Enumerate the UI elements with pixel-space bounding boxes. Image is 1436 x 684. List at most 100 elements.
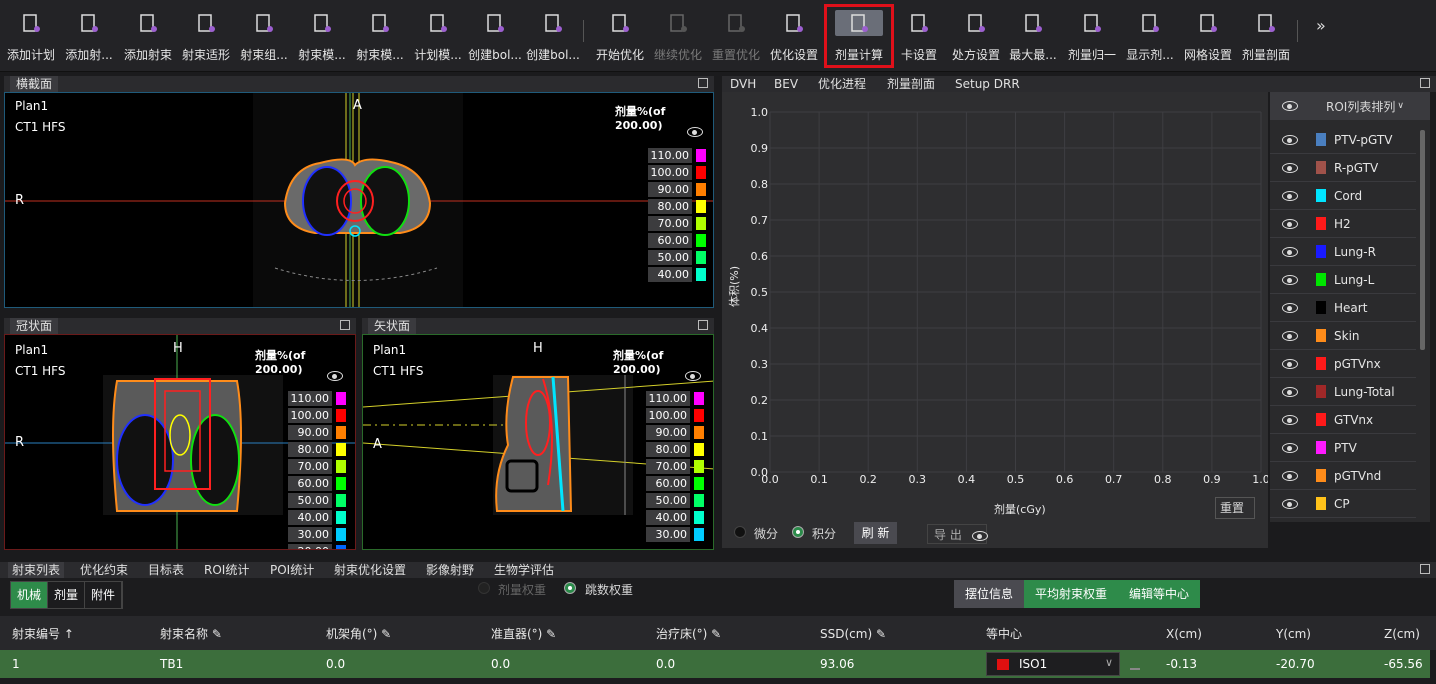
toolbar-button-9[interactable]: 创建bol... [525,6,581,66]
bottom-tab-2[interactable]: 目标表 [148,562,184,578]
column-header[interactable]: Y(cm) [1276,625,1311,643]
toolbar-button-12[interactable]: 重置优化 [708,6,764,66]
eye-icon[interactable] [1282,386,1298,397]
tab-2[interactable]: 优化进程 [818,76,866,92]
column-header[interactable]: 准直器(°) ✎ [491,625,556,643]
roi-item[interactable]: GTVnx [1270,406,1416,434]
roi-item[interactable]: CP [1270,490,1416,518]
more-icon[interactable]: » [1316,16,1326,35]
sagittal-view[interactable]: Plan1 CT1 HFS H A 剂量%(of 200.00) 110.00 1… [362,334,714,550]
bottom-tab-4[interactable]: POI统计 [270,562,314,578]
eye-icon[interactable] [687,127,703,137]
diff-radio[interactable] [734,526,746,538]
eye-icon[interactable] [1282,134,1298,145]
roi-item[interactable]: PTV [1270,434,1416,462]
maximize-icon[interactable] [1420,564,1430,574]
bottom-tab-5[interactable]: 射束优化设置 [334,562,406,578]
toolbar-button-18[interactable]: 剂量归一 [1064,6,1120,66]
mu-weight-radio[interactable] [564,582,576,594]
eye-icon[interactable] [1282,246,1298,257]
eye-icon[interactable] [1282,218,1298,229]
tab-1[interactable]: BEV [774,76,798,92]
eye-icon[interactable] [685,371,701,381]
toolbar-button-14[interactable]: 剂量计算 [824,4,894,68]
roi-item[interactable]: Skin [1270,322,1416,350]
coronal-view[interactable]: Plan1 CT1 HFS H R 剂量%(of 200.00) 110.00 1… [4,334,356,550]
toolbar-button-21[interactable]: 剂量剖面 [1238,6,1294,66]
toolbar-button-3[interactable]: 射束适形 [178,6,234,66]
toolbar-button-20[interactable]: 网格设置 [1180,6,1236,66]
bottom-tab-0[interactable]: 射束列表 [8,562,65,578]
isocenter-select[interactable]: ISO1 ∨ [986,652,1120,676]
roi-item[interactable]: H2 [1270,210,1416,238]
toolbar-button-5[interactable]: 射束模... [294,6,350,66]
column-header[interactable]: 治疗床(°) ✎ [656,625,721,643]
column-header[interactable]: 射束名称 ✎ [160,625,222,643]
maximize-icon[interactable] [340,320,350,330]
chevron-down-icon[interactable]: ∨ [1397,101,1404,111]
scrollbar[interactable] [1420,130,1425,350]
roi-item[interactable]: Heart [1270,294,1416,322]
toolbar-button-11[interactable]: 继续优化 [650,6,706,66]
column-header[interactable]: 射束编号 ↑ [12,625,74,643]
sub-tab-1[interactable]: 剂量 [48,582,86,608]
roi-item[interactable]: Cord [1270,182,1416,210]
eye-icon[interactable] [1282,162,1298,173]
column-header[interactable]: 等中心 [986,625,1022,643]
sub-tab-0[interactable]: 机械 [11,582,49,608]
toolbar-button-17[interactable]: 最大最... [1005,6,1061,66]
reset-button[interactable]: 重置 [1215,497,1255,519]
toolbar-button-6[interactable]: 射束模... [352,6,408,66]
roi-item[interactable]: PTV-pGTV [1270,126,1416,154]
bottom-tab-1[interactable]: 优化约束 [80,562,128,578]
cum-radio[interactable] [792,526,804,538]
setup-info-button[interactable]: 摆位信息 [954,580,1024,608]
edit-isocenter-button[interactable]: 编辑等中心 [1118,580,1200,608]
roi-item[interactable]: Lung-L [1270,266,1416,294]
eye-icon[interactable] [1282,101,1298,111]
eye-icon[interactable] [1282,358,1298,369]
toolbar-button-15[interactable]: 卡设置 [891,6,947,66]
roi-item[interactable]: pGTVnx [1270,350,1416,378]
dose-weight-radio[interactable] [478,582,490,594]
bottom-tab-3[interactable]: ROI统计 [204,562,249,578]
eye-icon[interactable] [1282,498,1298,509]
transverse-view[interactable]: Plan1 CT1 HFS A R 剂量%(of 200.00) 110.00 1… [4,92,714,308]
avg-beam-weight-button[interactable]: 平均射束权重 [1024,580,1118,608]
anchor-icon[interactable] [1130,658,1140,670]
toolbar-button-0[interactable]: 添加计划 [3,6,59,66]
column-header[interactable]: Z(cm) [1384,625,1420,643]
toolbar-button-19[interactable]: 显示剂... [1122,6,1178,66]
roi-item[interactable]: Lung-Total [1270,378,1416,406]
toolbar-button-7[interactable]: 计划模... [410,6,466,66]
roi-item[interactable]: Lung-R [1270,238,1416,266]
eye-icon[interactable] [1282,414,1298,425]
eye-icon[interactable] [1282,330,1298,341]
eye-icon[interactable] [1282,274,1298,285]
toolbar-button-8[interactable]: 创建bol... [467,6,523,66]
eye-icon[interactable] [1282,190,1298,201]
eye-icon[interactable] [327,371,343,381]
eye-icon[interactable] [1282,302,1298,313]
toolbar-button-2[interactable]: 添加射束 [120,6,176,66]
maximize-icon[interactable] [698,78,708,88]
roi-item[interactable]: pGTVnd [1270,462,1416,490]
table-row[interactable] [0,650,1430,678]
refresh-button[interactable]: 刷 新 [854,522,897,544]
toolbar-button-10[interactable]: 开始优化 [592,6,648,66]
roi-header-label[interactable]: ROI列表排列 [1326,98,1395,115]
bottom-tab-6[interactable]: 影像射野 [426,562,474,578]
toolbar-button-1[interactable]: 添加射... [61,6,117,66]
sub-tab-2[interactable]: 附件 [85,582,123,608]
eye-icon[interactable] [1282,442,1298,453]
maximize-icon[interactable] [1420,78,1430,88]
eye-icon[interactable] [972,531,988,541]
maximize-icon[interactable] [698,320,708,330]
tab-0[interactable]: DVH [730,76,756,92]
toolbar-button-13[interactable]: 优化设置 [766,6,822,66]
tab-3[interactable]: 剂量剖面 [887,76,935,92]
eye-icon[interactable] [1282,470,1298,481]
toolbar-button-4[interactable]: 射束组... [236,6,292,66]
bottom-tab-7[interactable]: 生物学评估 [494,562,554,578]
roi-item[interactable]: R-pGTV [1270,154,1416,182]
